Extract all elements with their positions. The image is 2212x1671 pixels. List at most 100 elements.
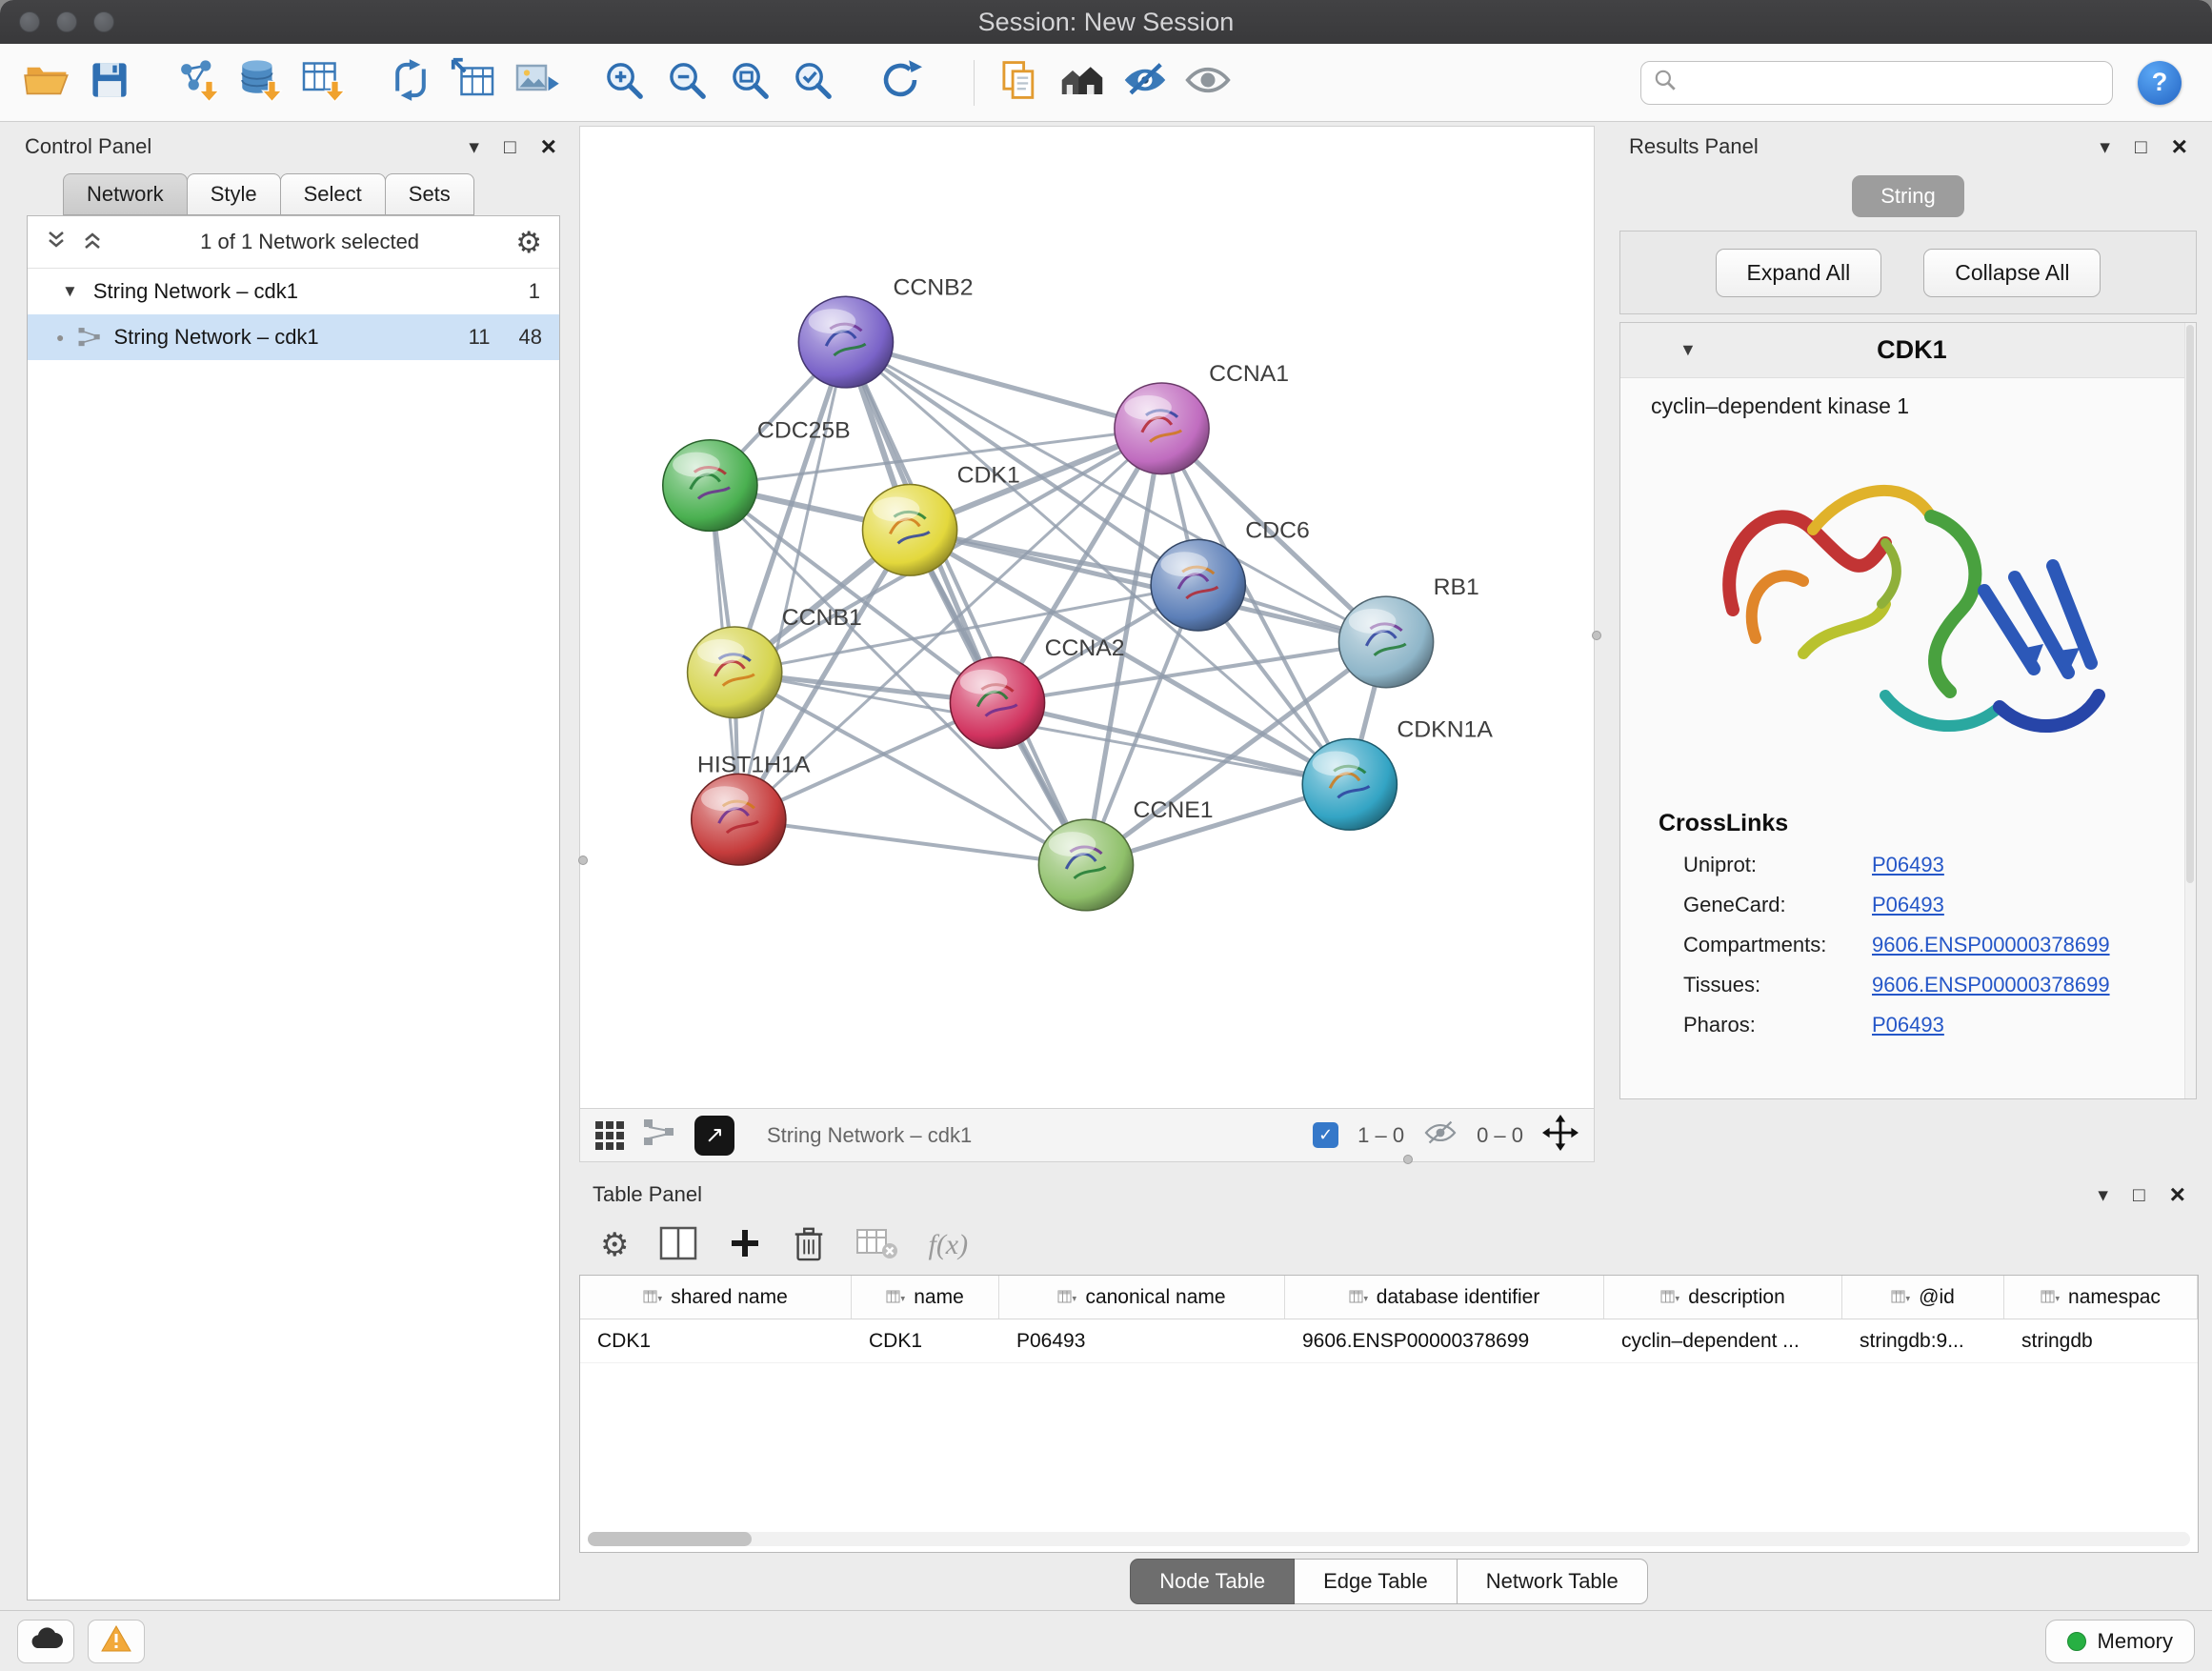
- splitter-handle[interactable]: [1592, 631, 1601, 640]
- network-from-table-button[interactable]: [444, 52, 503, 113]
- tab-node-table[interactable]: Node Table: [1130, 1559, 1295, 1604]
- close-panel-icon[interactable]: ×: [541, 133, 556, 160]
- results-scrollbar[interactable]: [2184, 323, 2196, 1098]
- scrollbar-thumb[interactable]: [588, 1532, 752, 1546]
- import-table-from-file-button[interactable]: [293, 52, 352, 113]
- column-header[interactable]: name: [852, 1276, 999, 1319]
- export-image-button[interactable]: [507, 52, 566, 113]
- network-canvas[interactable]: CCNB2CCNA1CDC25BCDK1CDC6RB1CCNB1CCNA2CDK…: [579, 126, 1595, 1109]
- column-header[interactable]: canonical name: [999, 1276, 1285, 1319]
- crosslink-link-tissues[interactable]: 9606.ENSP00000378699: [1872, 973, 2110, 997]
- import-network-from-file-button[interactable]: [168, 52, 227, 113]
- document-copy-button[interactable]: [990, 52, 1049, 113]
- network-node-cdkn1a[interactable]: [1302, 739, 1397, 831]
- network-node-cdk1[interactable]: [862, 485, 956, 576]
- apply-layout-button[interactable]: [871, 52, 930, 113]
- gene-section-header[interactable]: ▼ CDK1: [1620, 323, 2196, 378]
- table-options-button[interactable]: ⚙: [600, 1229, 629, 1261]
- selected-checkbox-icon[interactable]: ✓: [1313, 1122, 1338, 1148]
- network-row[interactable]: ● String Network – cdk1 11 48: [28, 314, 559, 360]
- tab-select[interactable]: Select: [280, 173, 386, 215]
- network-edge[interactable]: [738, 819, 1086, 865]
- memory-button[interactable]: Memory: [2045, 1620, 2195, 1663]
- delete-table-button[interactable]: [855, 1226, 897, 1265]
- splitter-handle[interactable]: [1403, 1155, 1413, 1164]
- splitter-handle[interactable]: [578, 856, 588, 865]
- results-tab-string[interactable]: String: [1852, 175, 1963, 217]
- tab-edge-table[interactable]: Edge Table: [1295, 1559, 1458, 1604]
- collapse-panel-icon[interactable]: ▾: [2098, 1185, 2108, 1205]
- network-node-cdc25b[interactable]: [663, 440, 757, 532]
- delete-columns-button[interactable]: [793, 1225, 825, 1266]
- close-panel-icon[interactable]: ×: [2172, 133, 2187, 160]
- collapse-panel-icon[interactable]: ▾: [469, 137, 479, 157]
- column-header[interactable]: @id: [1842, 1276, 2004, 1319]
- network-collection-row[interactable]: ▼ String Network – cdk1 1: [28, 269, 559, 314]
- show-all-button[interactable]: [1178, 52, 1237, 113]
- table-horizontal-scrollbar[interactable]: [588, 1532, 2190, 1546]
- network-node-ccna2[interactable]: [950, 657, 1044, 749]
- network-graph[interactable]: CCNB2CCNA1CDC25BCDK1CDC6RB1CCNB1CCNA2CDK…: [580, 127, 1594, 1108]
- tab-style[interactable]: Style: [187, 173, 281, 215]
- crosslink-link-uniprot[interactable]: P06493: [1872, 853, 1944, 877]
- function-builder-button[interactable]: f(x): [928, 1229, 968, 1261]
- warnings-button[interactable]: [88, 1620, 145, 1663]
- help-button[interactable]: ?: [2138, 61, 2182, 105]
- column-header[interactable]: shared name: [580, 1276, 852, 1319]
- collapse-all-button[interactable]: Collapse All: [1923, 249, 2101, 297]
- zoom-out-button[interactable]: [657, 52, 716, 113]
- houses-button[interactable]: [1053, 52, 1112, 113]
- collapse-panel-icon[interactable]: ▾: [2100, 137, 2110, 157]
- column-header[interactable]: namespac: [2004, 1276, 2198, 1319]
- column-header[interactable]: description: [1604, 1276, 1842, 1319]
- float-panel-icon[interactable]: □: [2135, 137, 2147, 157]
- network-share-button[interactable]: [643, 1118, 675, 1152]
- results-panel-header: Results Panel ▾ □ ×: [1616, 126, 2201, 168]
- minimize-window-button[interactable]: [56, 11, 77, 32]
- float-panel-icon[interactable]: □: [2133, 1185, 2145, 1205]
- table-row[interactable]: CDK1 CDK1 P06493 9606.ENSP00000378699 cy…: [580, 1319, 2198, 1363]
- crosslink-link-pharos[interactable]: P06493: [1872, 1013, 1944, 1037]
- float-panel-icon[interactable]: □: [504, 137, 516, 157]
- export-view-button[interactable]: ↗: [694, 1116, 734, 1156]
- network-node-ccne1[interactable]: [1038, 819, 1133, 911]
- collapse-tree-button[interactable]: [45, 229, 68, 256]
- crosslink-link-compartments[interactable]: 9606.ENSP00000378699: [1872, 933, 2110, 957]
- import-network-from-database-button[interactable]: [231, 52, 290, 113]
- network-node-cdc6[interactable]: [1151, 539, 1245, 631]
- column-header[interactable]: database identifier: [1285, 1276, 1604, 1319]
- network-node-ccna1[interactable]: [1115, 383, 1209, 474]
- crosslink-link-genecard[interactable]: P06493: [1872, 893, 1944, 917]
- zoom-fit-button[interactable]: [720, 52, 779, 113]
- tab-network[interactable]: Network: [63, 173, 188, 215]
- zoom-in-button[interactable]: [594, 52, 654, 113]
- zoom-selected-button[interactable]: [783, 52, 842, 113]
- new-network-button[interactable]: [381, 52, 440, 113]
- create-column-button[interactable]: [728, 1226, 762, 1265]
- pan-tool-button[interactable]: [1542, 1115, 1579, 1156]
- close-window-button[interactable]: [19, 11, 40, 32]
- network-node-rb1[interactable]: [1338, 596, 1433, 688]
- network-options-button[interactable]: ⚙: [515, 228, 542, 257]
- tab-network-table[interactable]: Network Table: [1458, 1559, 1648, 1604]
- tab-sets[interactable]: Sets: [385, 173, 474, 215]
- gene-expander-icon[interactable]: ▼: [1679, 340, 1697, 360]
- hide-selected-button[interactable]: [1116, 52, 1175, 113]
- close-panel-icon[interactable]: ×: [2170, 1181, 2185, 1208]
- expand-tree-button[interactable]: [81, 229, 104, 256]
- network-edge[interactable]: [846, 342, 1086, 865]
- search-input[interactable]: [1685, 70, 2101, 95]
- collection-expander-icon[interactable]: ▼: [62, 282, 78, 301]
- cloud-sync-button[interactable]: [17, 1620, 74, 1663]
- open-session-button[interactable]: [17, 52, 76, 113]
- network-node-hist1h1a[interactable]: [692, 774, 786, 865]
- expand-all-button[interactable]: Expand All: [1716, 249, 1882, 297]
- network-node-ccnb2[interactable]: [798, 296, 893, 388]
- save-session-button[interactable]: [80, 52, 139, 113]
- network-edge[interactable]: [738, 342, 846, 819]
- birds-eye-toggle-button[interactable]: [595, 1121, 624, 1150]
- zoom-window-button[interactable]: [93, 11, 114, 32]
- network-node-ccnb1[interactable]: [688, 627, 782, 718]
- show-columns-button[interactable]: [659, 1226, 697, 1265]
- network-list-toolbar: 1 of 1 Network selected ⚙: [28, 216, 559, 268]
